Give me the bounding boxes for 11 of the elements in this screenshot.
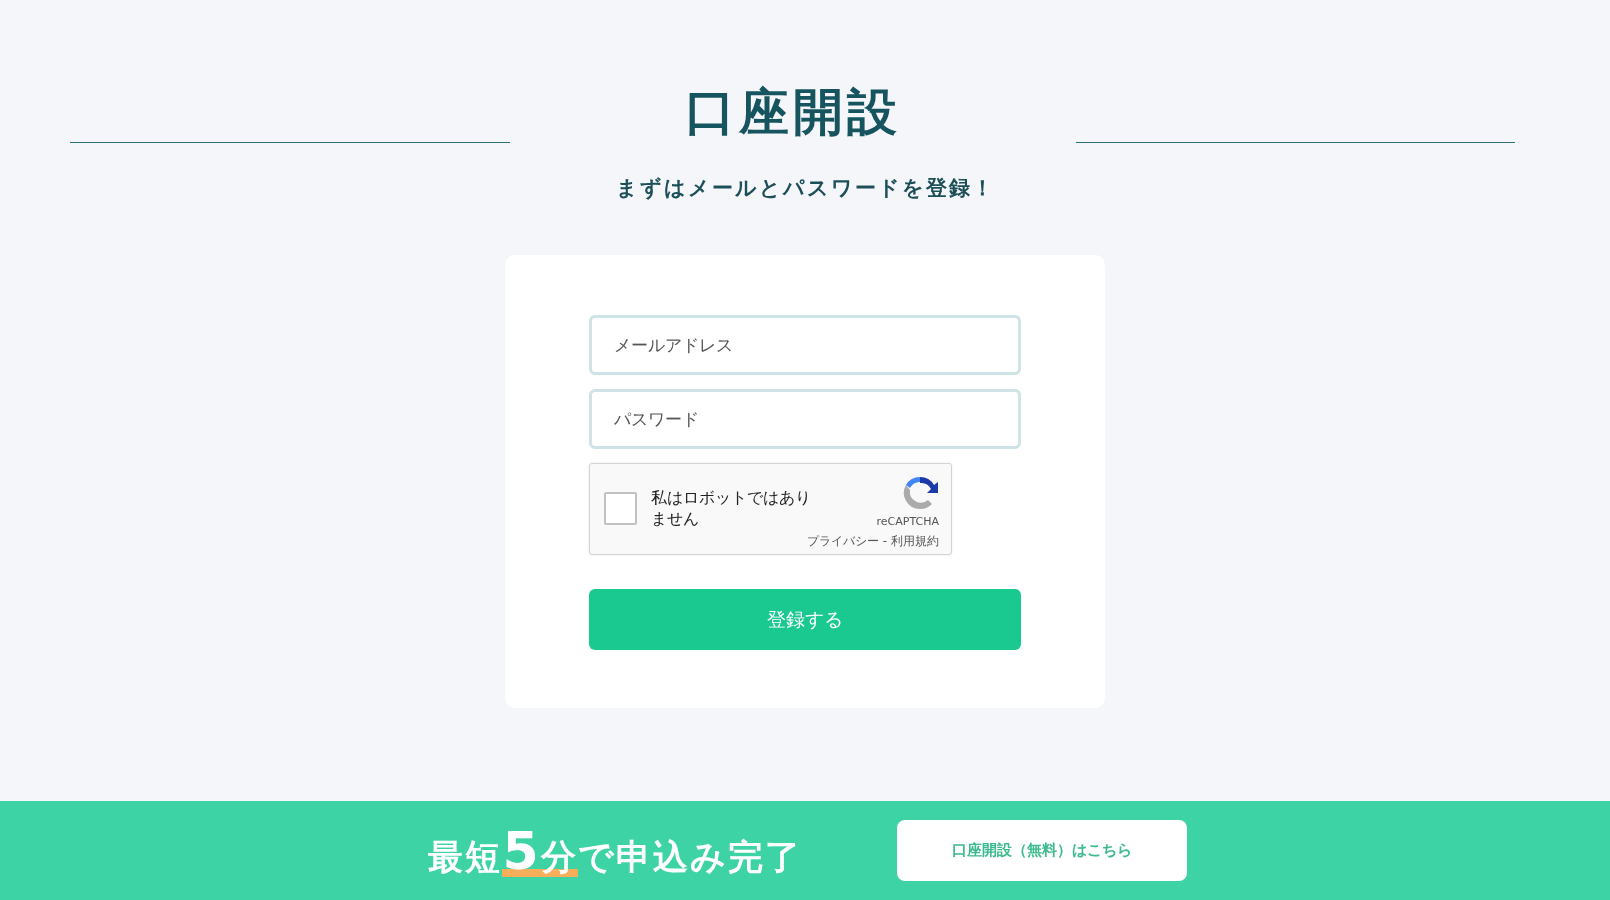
page-title: 口座開設 xyxy=(683,85,902,140)
privacy-link[interactable]: プライバシー xyxy=(807,534,880,548)
terms-link[interactable]: 利用規約 xyxy=(891,534,939,548)
tagline: 最短5分で申込み完了 xyxy=(428,819,802,883)
captcha-label: 私はロボットではありません xyxy=(651,487,812,530)
subtitle: まずはメールとパスワードを登録！ xyxy=(615,175,995,202)
password-field[interactable]: パスワード xyxy=(589,388,1021,449)
email-field[interactable]: メールアドレス xyxy=(589,314,1021,375)
link-separator: - xyxy=(881,534,889,548)
recaptcha-label: reCAPTCHA xyxy=(876,513,939,530)
captcha-checkbox[interactable] xyxy=(604,492,637,525)
